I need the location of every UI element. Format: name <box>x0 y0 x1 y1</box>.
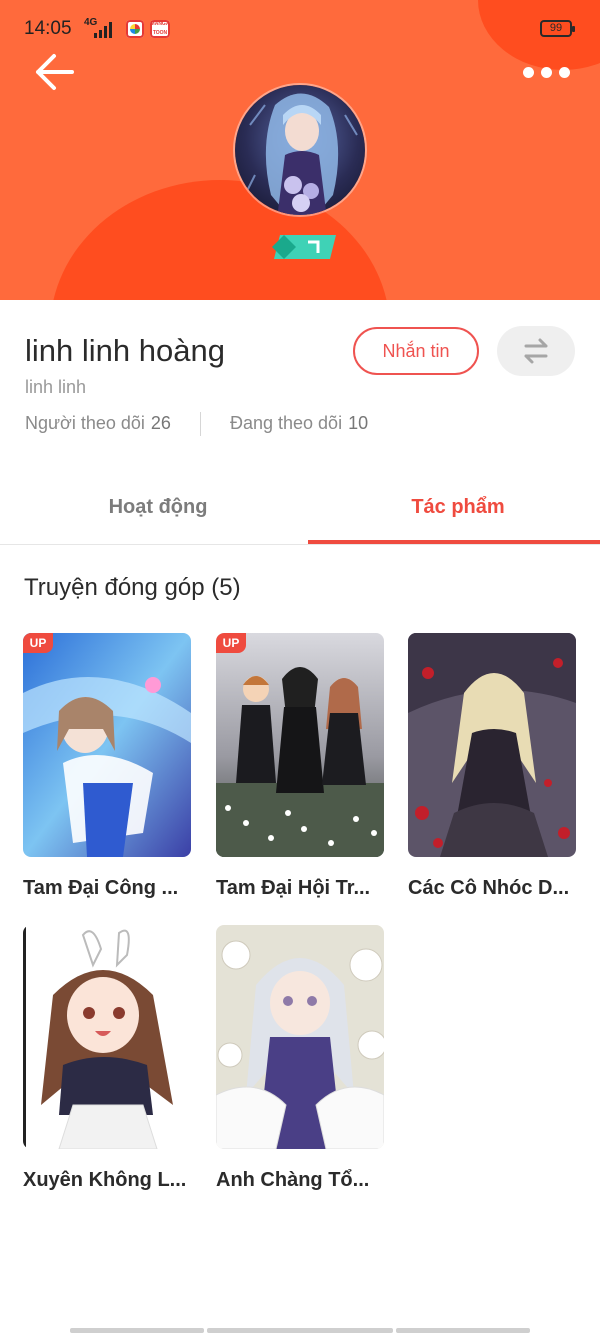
comic-card[interactable]: UP <box>216 633 384 857</box>
tabs-divider <box>0 544 600 545</box>
comic-cover <box>23 633 191 857</box>
comic-title[interactable]: Anh Chàng Tổ... <box>216 1169 369 1192</box>
battery-icon: 99 <box>540 20 575 37</box>
comic-cover <box>408 633 576 857</box>
more-options-button[interactable] <box>520 66 570 80</box>
comic-title[interactable]: Tam Đại Hội Tr... <box>216 877 370 900</box>
more-dots-icon <box>523 67 534 78</box>
comic-cover <box>23 925 191 1149</box>
status-bar: 14:05 4G MANGA TOON 99 <box>0 0 600 60</box>
section-title: Truyện đóng góp (5) <box>24 574 241 601</box>
profile-tabs: Hoạt động Tác phẩm <box>0 480 600 544</box>
tab-activity[interactable]: Hoạt động <box>8 496 308 519</box>
profile-stats: Người theo dõi 26 Đang theo dõi 10 <box>25 412 368 436</box>
signal-icon <box>94 22 114 38</box>
followers-count: 26 <box>150 412 171 433</box>
profile-header: 14:05 4G MANGA TOON 99 <box>0 0 600 300</box>
comic-title[interactable]: Xuyên Không L... <box>23 1169 186 1192</box>
tab-works[interactable]: Tác phẩm <box>308 496 600 519</box>
update-badge: UP <box>23 633 53 653</box>
status-time: 14:05 <box>24 18 72 39</box>
nav-handle <box>70 1328 204 1333</box>
avatar[interactable] <box>233 83 367 217</box>
message-button[interactable]: Nhắn tin <box>353 327 479 375</box>
comic-cover <box>216 633 384 857</box>
arrow-left-icon <box>36 54 74 90</box>
followers-stat[interactable]: Người theo dõi 26 <box>25 413 176 433</box>
profile-handle: linh linh <box>25 377 87 397</box>
comic-card[interactable] <box>408 633 576 857</box>
comic-title[interactable]: Các Cô Nhóc D... <box>408 877 569 900</box>
comic-card[interactable]: UP <box>23 633 191 857</box>
profile-name: linh linh hoàng <box>25 333 225 368</box>
update-badge: UP <box>216 633 246 653</box>
comic-title[interactable]: Tam Đại Công ... <box>23 877 178 900</box>
app-notification-icon <box>126 20 144 38</box>
followers-label: Người theo dõi <box>25 412 145 433</box>
following-label: Đang theo dõi <box>229 412 343 433</box>
comic-card[interactable] <box>216 925 384 1149</box>
back-button[interactable] <box>32 52 76 92</box>
following-count: 10 <box>348 412 369 433</box>
nav-handle <box>207 1328 393 1333</box>
nav-handle <box>396 1328 530 1333</box>
stats-divider <box>199 412 201 436</box>
comic-cover <box>216 925 384 1149</box>
level-badge <box>270 233 338 261</box>
following-stat[interactable]: Đang theo dõi 10 <box>230 413 368 433</box>
swap-arrows-icon <box>524 338 548 364</box>
manga-app-notification-icon: MANGA TOON <box>150 20 170 38</box>
avatar-image <box>235 85 365 215</box>
comic-card[interactable] <box>23 925 191 1149</box>
gem-badge-icon <box>272 235 336 259</box>
switch-button[interactable] <box>497 326 575 376</box>
